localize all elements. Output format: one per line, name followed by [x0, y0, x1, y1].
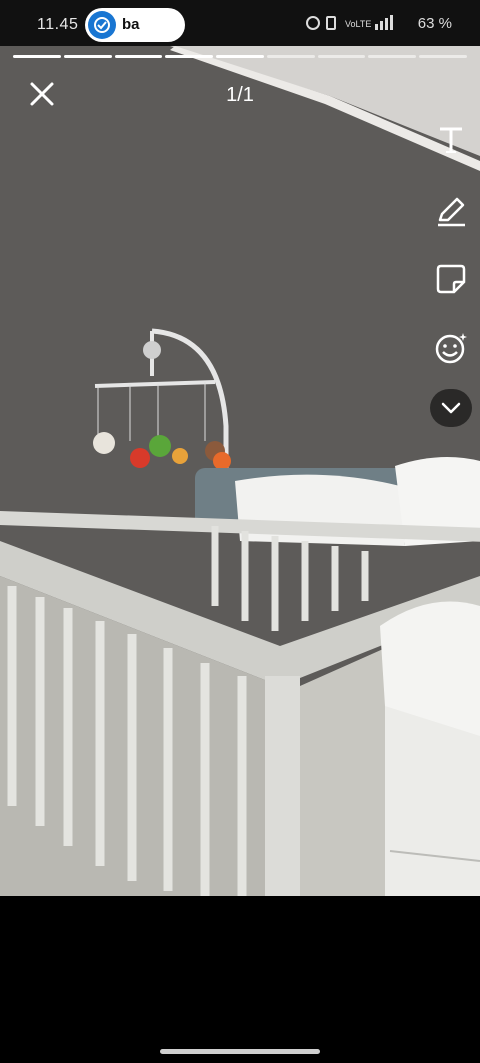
progress-segment [368, 55, 417, 58]
more-tools-button[interactable] [430, 389, 472, 427]
bottom-area [0, 896, 480, 1063]
close-icon [30, 82, 54, 106]
chevron-down-icon [441, 402, 461, 414]
app-icon [88, 11, 116, 39]
nursery-photo [0, 46, 480, 896]
svg-text:VoLTE: VoLTE [345, 19, 371, 29]
sticker-tool-button[interactable] [432, 260, 470, 298]
story-progress [13, 55, 468, 58]
active-app-pill[interactable]: ba [85, 8, 185, 42]
home-gesture-handle[interactable] [160, 1049, 320, 1054]
progress-segment [317, 55, 366, 58]
progress-segment [13, 55, 61, 58]
progress-segment [266, 55, 315, 58]
emoji-icon [435, 333, 467, 364]
text-icon [440, 127, 462, 153]
pill-label: ba [122, 16, 140, 33]
battery-level: 63 % [417, 15, 452, 32]
status-icons: VoLTE [306, 15, 393, 30]
close-button[interactable] [28, 80, 56, 108]
story-photo [0, 46, 480, 896]
pencil-icon [438, 197, 465, 227]
text-tool-button[interactable] [432, 120, 470, 158]
progress-segment [63, 55, 112, 58]
clock: 11.45 [37, 16, 79, 33]
draw-tool-button[interactable] [432, 192, 470, 230]
progress-segment [165, 55, 214, 58]
progress-segment [114, 55, 163, 58]
emoji-tool-button[interactable] [432, 329, 470, 367]
progress-segment [419, 55, 468, 58]
sticker-icon [436, 264, 466, 294]
status-bar: 11.45 ba VoLTE 63 % [0, 0, 480, 46]
progress-segment [216, 55, 264, 58]
